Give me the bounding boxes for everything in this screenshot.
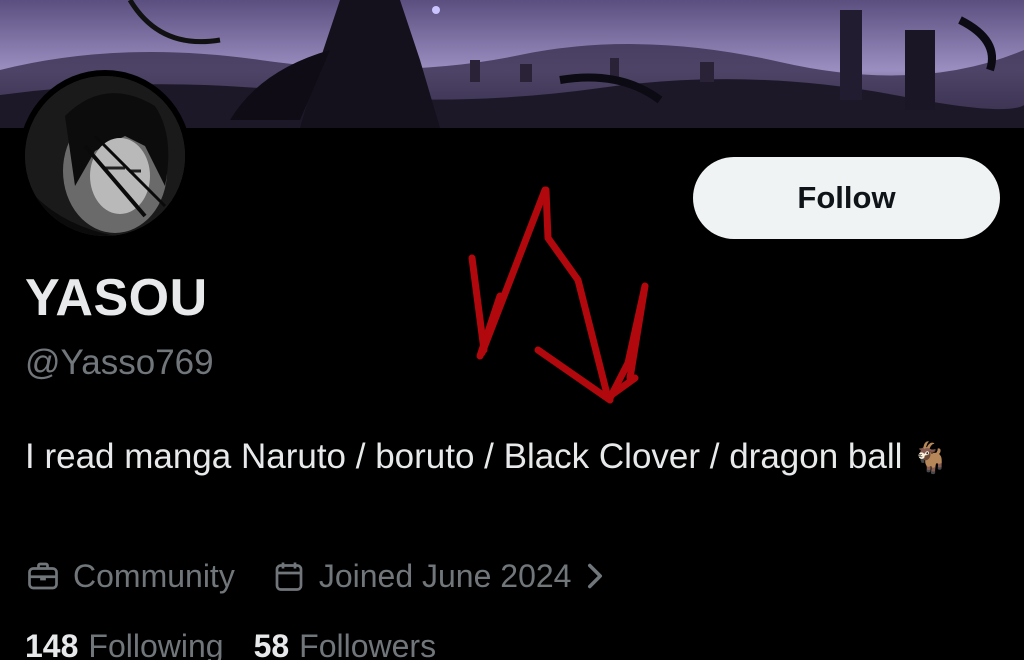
following-number: 148 (25, 628, 79, 660)
followers-label: Followers (299, 628, 437, 660)
followers-number: 58 (253, 628, 290, 660)
briefcase-icon (28, 562, 58, 590)
follow-button[interactable]: Follow (693, 157, 1000, 239)
username-handle: @Yasso769 (25, 343, 214, 382)
profile-meta-row: Community Joined June 2024 (25, 554, 617, 598)
community-label: Community (73, 557, 235, 594)
community-meta[interactable]: Community (25, 558, 235, 595)
profile-avatar[interactable] (19, 70, 191, 242)
display-name: YASOU (25, 269, 208, 327)
red-arrows-drawing (468, 186, 649, 404)
avatar-artwork (25, 76, 185, 236)
profile-bio: I read manga Naruto / boruto / Black Clo… (25, 430, 1005, 486)
following-label: Following (88, 628, 224, 660)
bio-text: I read manga Naruto / boruto / Black Clo… (25, 437, 903, 476)
goat-emoji: 🐐 (912, 442, 950, 475)
follow-counts: 148 Following 58 Followers (25, 628, 436, 660)
chevron-right-icon (588, 563, 603, 589)
followers-link[interactable]: 58 Followers (254, 628, 437, 660)
following-link[interactable]: 148 Following (25, 628, 224, 660)
joined-label: Joined June 2024 (318, 557, 572, 594)
joined-date-meta[interactable]: Joined June 2024 (271, 558, 618, 595)
calendar-icon (275, 562, 303, 591)
